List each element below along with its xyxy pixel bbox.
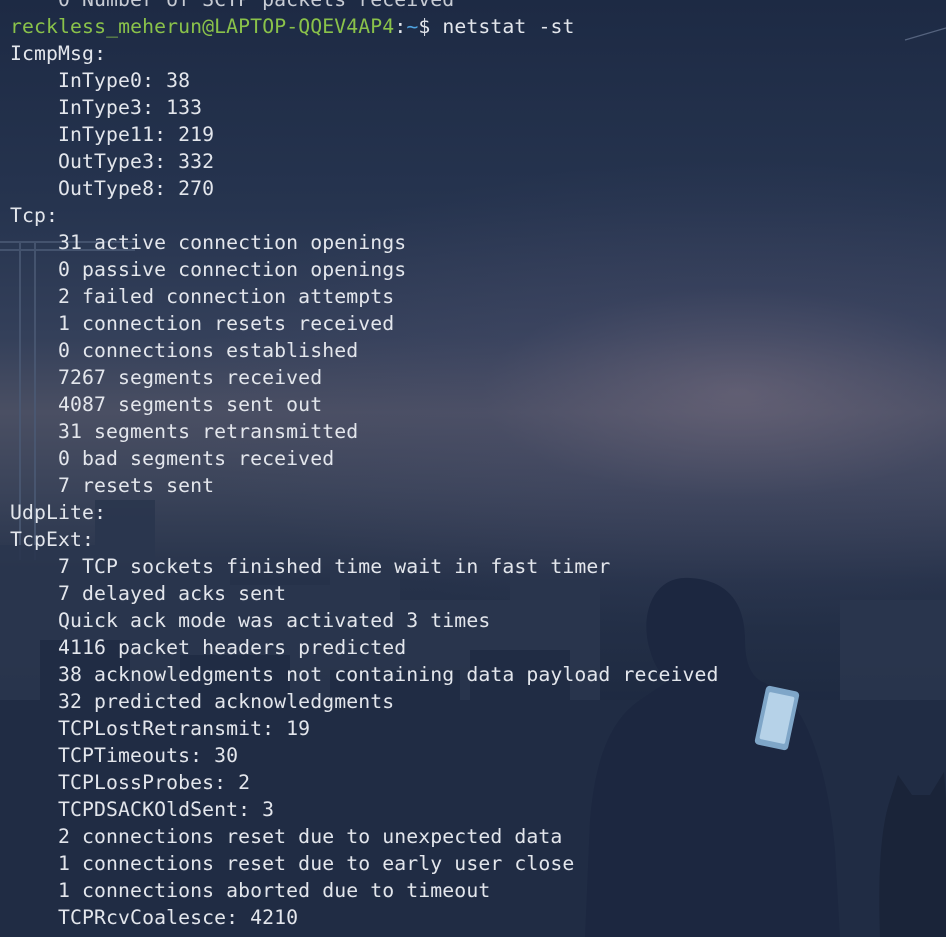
output-line: 7 resets sent (58, 474, 215, 497)
output-line: 31 active connection openings (58, 231, 407, 254)
output-line: 4116 packet headers predicted (58, 636, 407, 659)
output-line: 1 connections aborted due to timeout (58, 879, 491, 902)
command-prompt-line: reckless_meherun@LAPTOP-QQEV4AP4:~$ nets… (10, 13, 719, 40)
output-line: TCPRcvCoalesce: 4210 (58, 906, 299, 929)
output-line: 1 connections reset due to early user cl… (58, 852, 575, 875)
output-line: 0 passive connection openings (58, 258, 407, 281)
prompt-symbol: $ (418, 15, 443, 38)
output-line: 2 failed connection attempts (58, 285, 395, 308)
section-header-icmpmsg: IcmpMsg: (10, 42, 107, 65)
output-line: 0 bad segments received (58, 447, 335, 470)
output-line: 2 connections reset due to unexpected da… (58, 825, 563, 848)
output-line: 31 segments retransmitted (58, 420, 359, 443)
prompt-separator: : (394, 15, 407, 38)
output-line: OutType3: 332 (58, 150, 215, 173)
section-header-tcpext: TcpExt: (10, 528, 95, 551)
terminal-output[interactable]: 0 Number of SCTP packets receivedreckles… (10, 0, 719, 931)
output-line: 0 connections established (58, 339, 359, 362)
output-line: 32 predicted acknowledgments (58, 690, 395, 713)
output-line: InType0: 38 (58, 69, 191, 92)
section-header-udplite: UdpLite: (10, 501, 107, 524)
output-line: Quick ack mode was activated 3 times (58, 609, 491, 632)
output-line: 38 acknowledgments not containing data p… (58, 663, 719, 686)
output-line: OutType8: 270 (58, 177, 215, 200)
output-line: InType11: 219 (58, 123, 215, 146)
output-line: 7267 segments received (58, 366, 323, 389)
output-line: TCPLossProbes: 2 (58, 771, 251, 794)
section-header-tcp: Tcp: (10, 204, 59, 227)
output-line: 4087 segments sent out (58, 393, 323, 416)
output-line: 7 TCP sockets finished time wait in fast… (58, 555, 611, 578)
output-line: 7 delayed acks sent (58, 582, 287, 605)
output-line: 1 connection resets received (58, 312, 395, 335)
output-line: InType3: 133 (58, 96, 203, 119)
output-line: TCPDSACKOldSent: 3 (58, 798, 275, 821)
prompt-path: ~ (406, 15, 419, 38)
output-line: TCPLostRetransmit: 19 (58, 717, 311, 740)
prompt-user-host: reckless_meherun@LAPTOP-QQEV4AP4 (10, 15, 395, 38)
terminal-window[interactable]: 0 Number of SCTP packets receivedreckles… (0, 0, 946, 937)
output-line: TCPTimeouts: 30 (58, 744, 239, 767)
output-line-partial: 0 Number of SCTP packets received (10, 0, 719, 13)
command-text: netstat -st (442, 15, 575, 38)
